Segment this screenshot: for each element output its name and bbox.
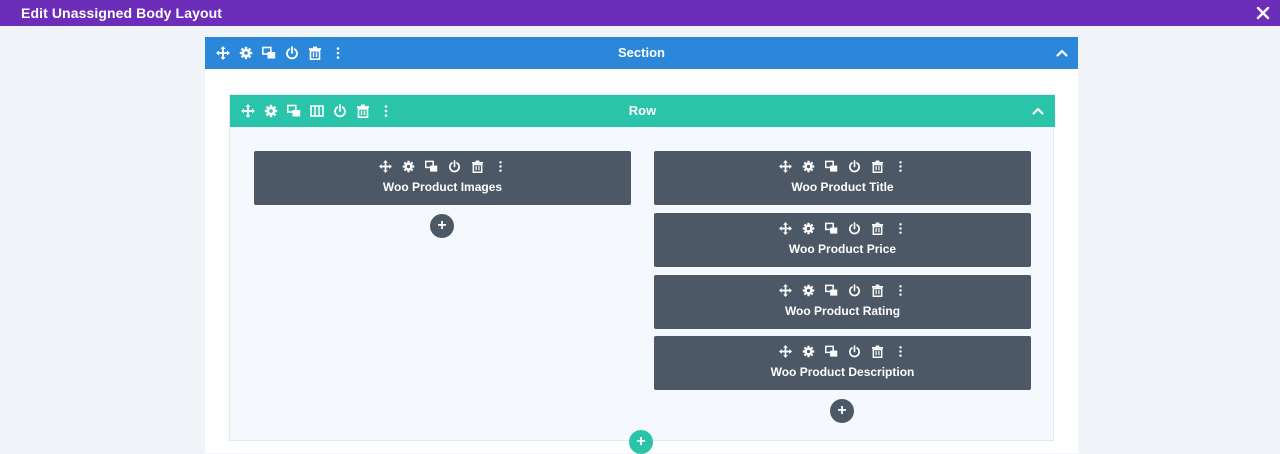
more-options-icon[interactable] — [894, 284, 907, 297]
trash-icon[interactable] — [471, 160, 484, 173]
power-icon[interactable] — [848, 160, 861, 173]
module-woo-product-rating[interactable]: Woo Product Rating — [654, 275, 1031, 329]
collapse-row-chevron-icon[interactable] — [1031, 104, 1045, 118]
module-toolbar — [254, 160, 631, 173]
more-options-icon[interactable] — [894, 345, 907, 358]
move-icon[interactable] — [779, 345, 792, 358]
add-module-button-left-column[interactable]: + — [430, 214, 454, 238]
module-woo-product-title[interactable]: Woo Product Title — [654, 151, 1031, 205]
power-icon[interactable] — [848, 284, 861, 297]
row-container: Row Woo Product Images Woo Product Title… — [229, 94, 1055, 441]
layout-title: Edit Unassigned Body Layout — [21, 5, 223, 21]
row-label: Row — [628, 103, 657, 118]
gear-icon[interactable] — [802, 222, 815, 235]
module-label: Woo Product Description — [770, 365, 915, 379]
trash-icon[interactable] — [871, 345, 884, 358]
module-label: Woo Product Title — [791, 180, 894, 194]
trash-icon[interactable] — [871, 160, 884, 173]
power-icon[interactable] — [848, 222, 861, 235]
module-woo-product-price[interactable]: Woo Product Price — [654, 213, 1031, 267]
move-icon[interactable] — [379, 160, 392, 173]
duplicate-icon[interactable] — [825, 160, 838, 173]
move-icon[interactable] — [779, 160, 792, 173]
duplicate-icon[interactable] — [825, 345, 838, 358]
trash-icon[interactable] — [871, 284, 884, 297]
collapse-section-chevron-icon[interactable] — [1055, 46, 1069, 60]
more-options-icon[interactable] — [494, 160, 507, 173]
duplicate-icon[interactable] — [825, 284, 838, 297]
more-options-icon[interactable] — [894, 222, 907, 235]
power-icon[interactable] — [848, 345, 861, 358]
module-toolbar — [654, 222, 1031, 235]
section-label: Section — [618, 45, 665, 60]
section-header[interactable]: Section — [205, 37, 1078, 69]
gear-icon[interactable] — [802, 284, 815, 297]
power-icon[interactable] — [448, 160, 461, 173]
module-toolbar — [654, 160, 1031, 173]
add-module-button-right-column[interactable]: + — [830, 399, 854, 423]
move-icon[interactable] — [779, 284, 792, 297]
module-woo-product-images[interactable]: Woo Product Images — [254, 151, 631, 205]
module-label: Woo Product Rating — [784, 304, 901, 318]
move-icon[interactable] — [779, 222, 792, 235]
row-header[interactable]: Row — [230, 95, 1055, 127]
gear-icon[interactable] — [802, 345, 815, 358]
module-woo-product-description[interactable]: Woo Product Description — [654, 336, 1031, 390]
close-icon[interactable] — [1254, 4, 1272, 22]
gear-icon[interactable] — [402, 160, 415, 173]
duplicate-icon[interactable] — [825, 222, 838, 235]
section-container: Section Row Woo Product Images Woo Produ… — [205, 37, 1078, 454]
module-label: Woo Product Images — [382, 180, 503, 194]
more-options-icon[interactable] — [894, 160, 907, 173]
module-label: Woo Product Price — [788, 242, 897, 256]
duplicate-icon[interactable] — [425, 160, 438, 173]
gear-icon[interactable] — [802, 160, 815, 173]
add-row-button[interactable]: + — [629, 430, 653, 454]
module-toolbar — [654, 284, 1031, 297]
layout-editor-titlebar: Edit Unassigned Body Layout — [0, 0, 1280, 26]
trash-icon[interactable] — [871, 222, 884, 235]
module-toolbar — [654, 345, 1031, 358]
